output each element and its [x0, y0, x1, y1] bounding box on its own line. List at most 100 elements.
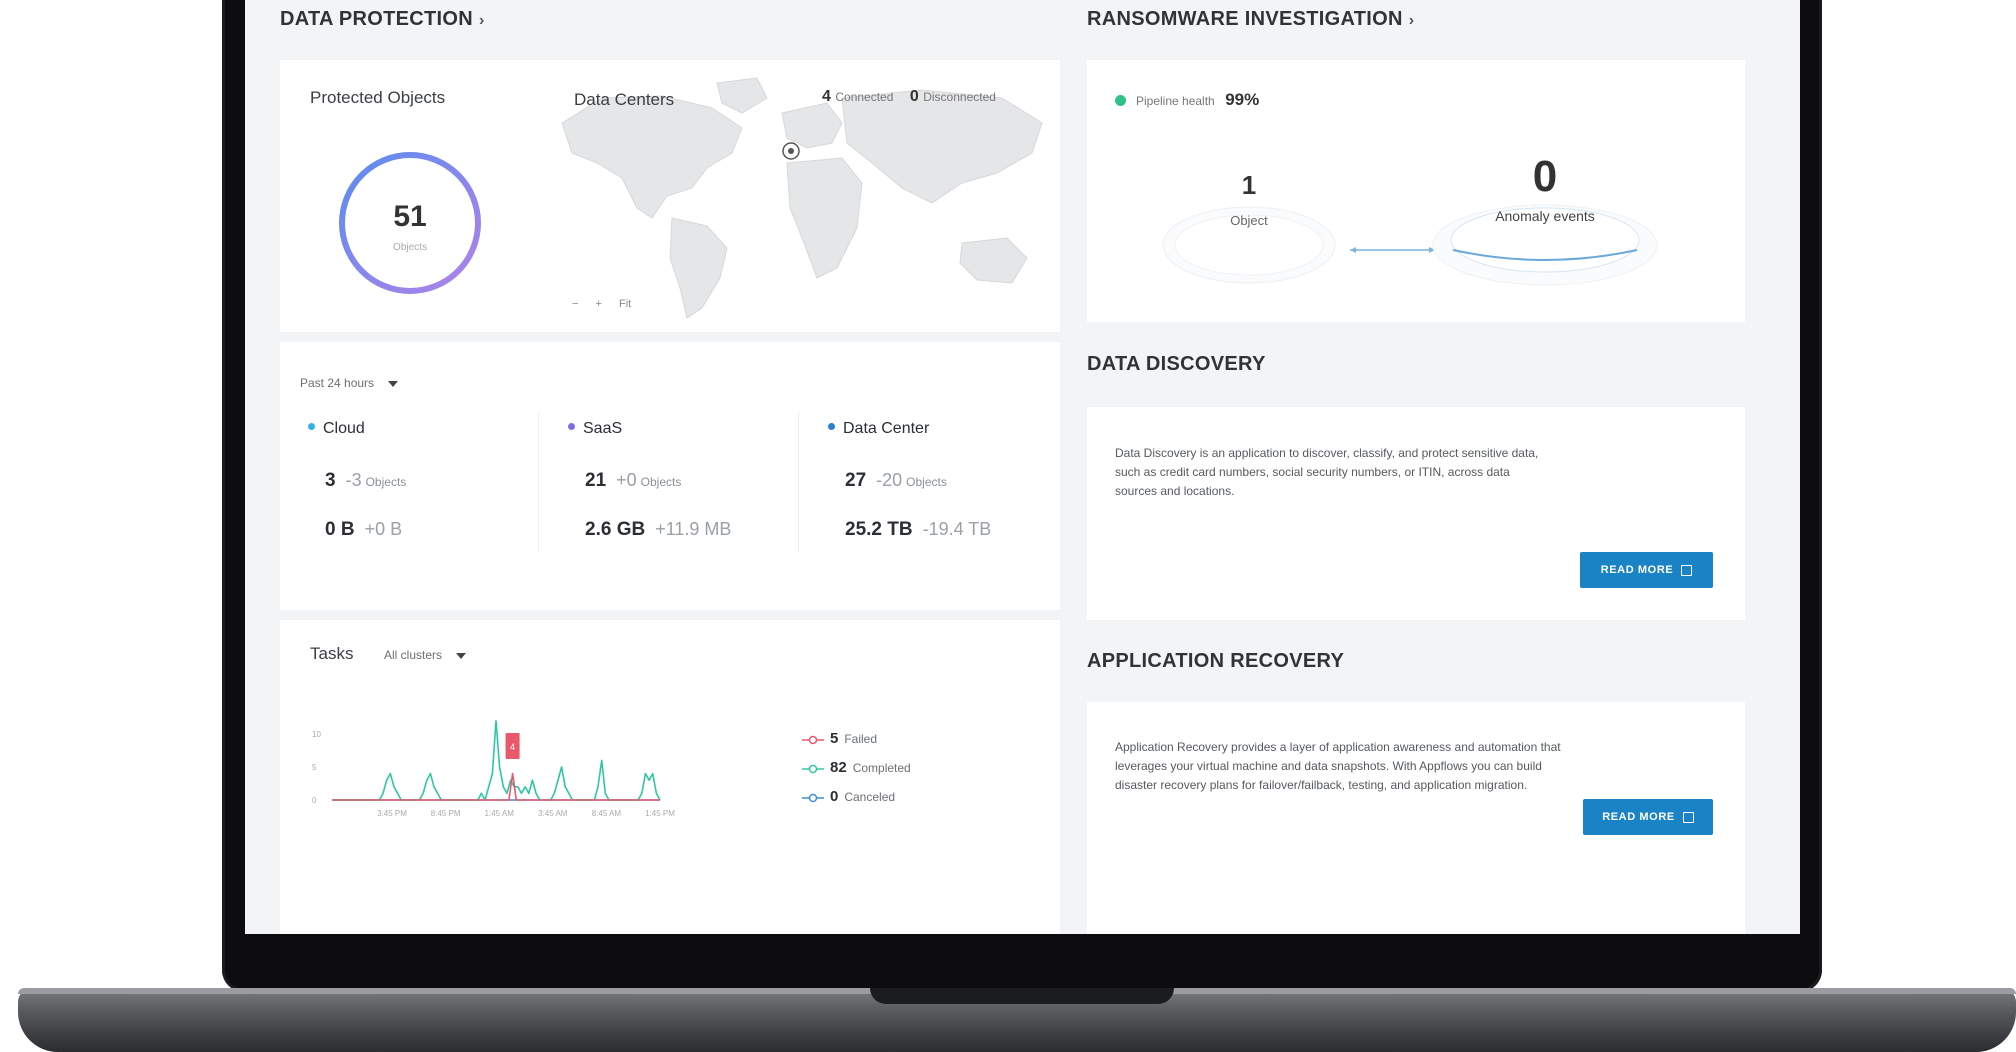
column-divider — [798, 412, 799, 552]
legend-failed[interactable]: 5 Failed — [802, 730, 877, 747]
application-recovery-heading: APPLICATION RECOVERY — [1087, 650, 1345, 672]
stat-value: 2.6 GB — [585, 519, 646, 540]
protected-objects-unit: Objects — [393, 242, 427, 253]
stat-value: 21 — [585, 470, 607, 491]
x-tick-label: 3:45 AM — [538, 809, 568, 818]
legend-completed[interactable]: 82 Completed — [802, 759, 911, 776]
connected-count: 4 — [822, 88, 831, 105]
saas-objects: 21 +0 Objects — [585, 470, 681, 492]
category-name: Cloud — [323, 420, 365, 437]
stat-value: 25.2 TB — [845, 519, 913, 540]
laptop-hinge-notch — [870, 988, 1174, 1004]
saas-size: 2.6 GB +11.9 MB — [585, 519, 731, 541]
cloud-dot-icon — [308, 423, 315, 431]
data-center-dot-icon — [828, 423, 835, 431]
legend-label: Completed — [852, 761, 911, 775]
ransomware-card: Pipeline health 99% 1 Object 0 Anomaly e… — [1087, 60, 1745, 322]
x-tick-label: 8:45 AM — [592, 809, 622, 818]
stat-value: 27 — [845, 470, 867, 491]
stat-delta: -20 — [876, 470, 903, 490]
column-divider — [538, 412, 539, 552]
chevron-right-icon: › — [1408, 12, 1415, 29]
anomaly-label: Anomaly events — [1495, 208, 1595, 224]
stat-delta: -19.4 TB — [922, 519, 992, 539]
application-recovery-card: Application Recovery provides a layer of… — [1087, 702, 1745, 934]
legend-count: 82 — [830, 759, 847, 776]
protection-overview-card: Protected Objects 51 Objects Data Center… — [280, 60, 1060, 332]
failed-tooltip-value: 4 — [510, 742, 515, 752]
y-tick-label: 5 — [312, 763, 317, 772]
legend-label: Canceled — [844, 790, 896, 804]
stat-delta: +0 B — [364, 519, 403, 539]
data-centers-map[interactable]: Data Centers 4 Connected 0 Disconnected … — [542, 68, 1052, 323]
time-filter-value: Past 24 hours — [300, 376, 375, 390]
data-protection-heading[interactable]: DATA PROTECTION › — [280, 8, 485, 31]
pipeline-health-label: Pipeline health — [1136, 94, 1215, 108]
x-tick-label: 8:45 PM — [431, 809, 461, 818]
protected-objects-count: 51 — [393, 200, 427, 233]
cluster-filter-dropdown[interactable]: All clusters — [384, 648, 467, 662]
external-link-icon — [1682, 811, 1694, 823]
legend-canceled[interactable]: 0 Canceled — [802, 788, 895, 805]
data-discovery-description: Data Discovery is an application to disc… — [1115, 446, 1539, 498]
data-centers-label: Data Centers — [574, 90, 675, 109]
tasks-label: Tasks — [310, 644, 354, 663]
object-label: Object — [1230, 213, 1268, 228]
saas-dot-icon — [568, 423, 575, 431]
x-tick-label: 1:45 AM — [485, 809, 515, 818]
tasks-card: Tasks All clusters 0 5 10 4 3:45 PM 8:45 PM 1:… — [280, 620, 1060, 934]
protection-stats-card: Past 24 hours Cloud 3 -3 Objects 0 B +0 B S… — [280, 342, 1060, 610]
pipeline-health: Pipeline health 99% — [1115, 90, 1259, 110]
cloud-size: 0 B +0 B — [325, 519, 402, 541]
object-count: 1 — [1241, 170, 1257, 200]
zoom-in-button[interactable]: + — [596, 298, 602, 310]
stat-unit: Objects — [640, 475, 682, 489]
stat-unit: Objects — [906, 475, 947, 489]
series-line-completed[interactable] — [332, 719, 661, 801]
stat-delta: +0 — [616, 470, 637, 490]
stat-value: 0 B — [325, 519, 355, 540]
dashboard-screen: DATA PROTECTION › Protected Objects 51 Ob… — [245, 0, 1800, 934]
fit-map-button[interactable]: Fit — [619, 298, 631, 310]
disconnected-label: Disconnected — [923, 90, 996, 104]
pipeline-health-value: 99% — [1225, 90, 1260, 109]
data-protection-title: DATA PROTECTION — [280, 8, 474, 30]
data-center-objects: 27 -20 Objects — [845, 470, 947, 492]
stat-delta: -3 — [345, 470, 362, 490]
read-more-label: READ MORE — [1600, 564, 1674, 576]
ransomware-title: RANSOMWARE INVESTIGATION — [1087, 8, 1403, 30]
tasks-chart[interactable]: 0 5 10 4 3:45 PM 8:45 PM 1:45 AM 3:45 AM 8:45 AM… — [300, 695, 680, 825]
category-cloud: Cloud — [308, 420, 365, 438]
data-center-marker-icon[interactable] — [780, 140, 802, 162]
status-ok-icon — [1115, 95, 1126, 107]
time-filter-dropdown[interactable]: Past 24 hours — [300, 376, 399, 390]
read-more-label: READ MORE — [1602, 811, 1675, 823]
connected-label: Connected — [835, 90, 894, 104]
disconnected-count: 0 — [909, 88, 919, 105]
data-discovery-heading: DATA DISCOVERY — [1087, 353, 1266, 375]
legend-count: 0 — [830, 788, 839, 805]
x-tick-label: 1:45 PM — [645, 809, 675, 818]
protected-objects-label: Protected Objects — [310, 88, 446, 107]
ransomware-heading[interactable]: RANSOMWARE INVESTIGATION › — [1087, 8, 1414, 31]
zoom-out-button[interactable]: − — [572, 298, 578, 310]
data-center-size: 25.2 TB -19.4 TB — [845, 519, 991, 541]
legend-completed-swatch-icon — [802, 764, 824, 774]
data-centers-status: 4 Connected 0 Disconnected — [822, 88, 996, 106]
stat-value: 3 — [325, 470, 336, 491]
map-zoom-controls: − + Fit — [572, 298, 631, 310]
cluster-filter-value: All clusters — [384, 648, 443, 662]
caret-down-icon — [388, 380, 399, 387]
application-recovery-read-more-button[interactable]: READ MORE — [1583, 799, 1713, 835]
legend-label: Failed — [844, 732, 878, 746]
legend-failed-swatch-icon — [802, 735, 824, 745]
legend-count: 5 — [830, 730, 839, 747]
stat-unit: Objects — [365, 475, 407, 489]
category-name: Data Center — [843, 420, 930, 437]
data-discovery-card: Data Discovery is an application to disc… — [1087, 407, 1745, 620]
cloud-objects: 3 -3 Objects — [325, 470, 406, 492]
y-tick-label: 0 — [312, 796, 317, 805]
data-discovery-read-more-button[interactable]: READ MORE — [1580, 552, 1713, 588]
external-link-icon — [1681, 564, 1693, 576]
category-data-center: Data Center — [828, 420, 929, 438]
